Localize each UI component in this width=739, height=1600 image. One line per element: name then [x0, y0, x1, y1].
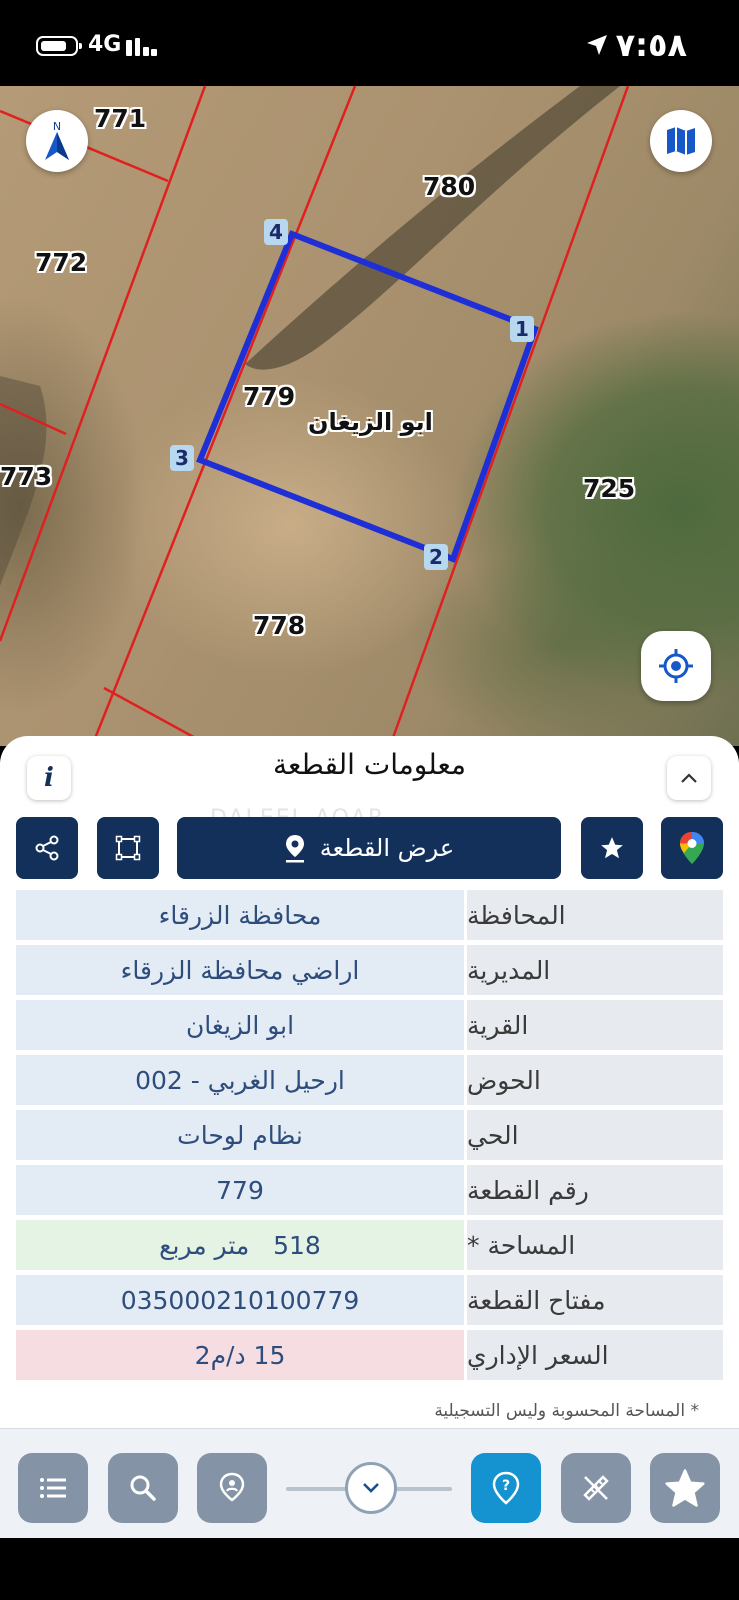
google-maps-icon [680, 832, 704, 864]
action-bar: عرض القطعة [0, 817, 739, 880]
area-label: المساحة * [467, 1220, 723, 1270]
bottom-toolbar: ? [0, 1428, 739, 1538]
plot-label-772: 772 [35, 248, 88, 277]
plot-label-779: 779 [243, 382, 296, 411]
measure-icon [583, 1475, 609, 1501]
share-button[interactable] [16, 817, 78, 879]
north-compass[interactable]: N [26, 110, 88, 172]
basin-value: ارحيل الغربي - 002 [16, 1055, 464, 1105]
village-label: ابو الزيغان [308, 408, 433, 436]
polygon-icon [115, 835, 141, 861]
admin-price-value: 15 د/م2 [16, 1330, 464, 1380]
plot-key-label: مفتاح القطعة [467, 1275, 723, 1325]
network-type: 4G [88, 32, 122, 57]
star-icon [601, 837, 623, 859]
plot-info-panel: i معلومات القطعة DALEEL AQAR [0, 736, 739, 1436]
basin-label: الحوض [467, 1055, 723, 1105]
crosshair-icon [659, 649, 693, 683]
locate-me-button[interactable] [641, 631, 711, 701]
map-layers-button[interactable] [650, 110, 712, 172]
svg-text:?: ? [502, 1478, 510, 1494]
battery-icon [36, 36, 82, 56]
chevron-up-icon [681, 773, 697, 783]
list-icon [40, 1478, 66, 1498]
location-pin-icon [285, 835, 304, 863]
compass-icon: N [45, 120, 69, 160]
directorate-label: المديرية [467, 945, 723, 995]
table-row-village: ابو الزيغان القرية [16, 1000, 723, 1050]
area-value: 518 متر مربع [16, 1220, 464, 1270]
panel-title: معلومات القطعة [273, 748, 466, 781]
draw-polygon-button[interactable] [97, 817, 159, 879]
plot-number-label: رقم القطعة [467, 1165, 723, 1215]
vertex-label-3: 3 [170, 445, 194, 471]
plot-label-780: 780 [423, 172, 476, 201]
vertex-label-2: 2 [424, 544, 448, 570]
plot-label-725: 725 [583, 474, 636, 503]
favorite-button[interactable] [581, 817, 643, 879]
village-value: ابو الزيغان [16, 1000, 464, 1050]
plot-label-778: 778 [253, 611, 306, 640]
governorate-value: محافظة الزرقاء [16, 890, 464, 940]
my-location-button[interactable] [197, 1453, 267, 1523]
location-services-icon [587, 35, 607, 55]
collapse-panel-button[interactable] [667, 756, 711, 800]
table-row-governorate: محافظة الزرقاء المحافظة [16, 890, 723, 940]
favorites-button[interactable] [650, 1453, 720, 1523]
share-icon [35, 835, 59, 861]
vertex-label-1: 1 [510, 316, 534, 342]
plot-label-773: 773 [0, 462, 53, 491]
google-maps-button[interactable] [661, 817, 723, 879]
search-button[interactable] [108, 1453, 178, 1523]
table-row-plot-key: 035000210100779 مفتاح القطعة [16, 1275, 723, 1325]
show-plot-label: عرض القطعة [319, 834, 455, 862]
svg-text:N: N [53, 120, 61, 133]
help-button[interactable]: ? [471, 1453, 541, 1523]
map-icon [667, 127, 695, 155]
table-row-plot-number: 779 رقم القطعة [16, 1165, 723, 1215]
satellite-map[interactable]: N 771 780 772 779 773 725 778 ابو الزيغا… [0, 86, 739, 746]
expand-toolbar-button[interactable] [345, 1462, 397, 1514]
table-row-area: 518 متر مربع المساحة * [16, 1220, 723, 1270]
help-icon: ? [492, 1471, 520, 1505]
show-plot-button[interactable]: عرض القطعة [177, 817, 561, 879]
table-row-admin-price: 15 د/م2 السعر الإداري [16, 1330, 723, 1380]
measure-button[interactable] [561, 1453, 631, 1523]
favorite-star-icon [665, 1469, 705, 1507]
table-row-basin: ارحيل الغربي - 002 الحوض [16, 1055, 723, 1105]
plot-number-value: 779 [16, 1165, 464, 1215]
admin-price-label: السعر الإداري [467, 1330, 723, 1380]
plot-key-value: 035000210100779 [16, 1275, 464, 1325]
location-pin-icon [219, 1472, 245, 1502]
clock: ٧:٥٨ [615, 26, 687, 64]
vertex-label-4: 4 [264, 219, 288, 245]
area-footnote: * المساحة المحسوبة وليس التسجيلية [434, 1401, 699, 1421]
village-label-cell: القرية [467, 1000, 723, 1050]
signal-icon [126, 36, 160, 56]
district-label: الحي [467, 1110, 723, 1160]
system-home-area [0, 1538, 739, 1600]
search-icon [130, 1475, 156, 1501]
table-row-district: نظام لوحات الحي [16, 1110, 723, 1160]
chevron-down-icon [363, 1483, 379, 1493]
plot-label-771: 771 [94, 104, 147, 133]
governorate-label: المحافظة [467, 890, 723, 940]
plot-info-table: محافظة الزرقاء المحافظة اراضي محافظة الز… [16, 890, 723, 1385]
list-button[interactable] [18, 1453, 88, 1523]
directorate-value: اراضي محافظة الزرقاء [16, 945, 464, 995]
district-value: نظام لوحات [16, 1110, 464, 1160]
table-row-directorate: اراضي محافظة الزرقاء المديرية [16, 945, 723, 995]
status-bar: 4G ٧:٥٨ [0, 0, 739, 86]
